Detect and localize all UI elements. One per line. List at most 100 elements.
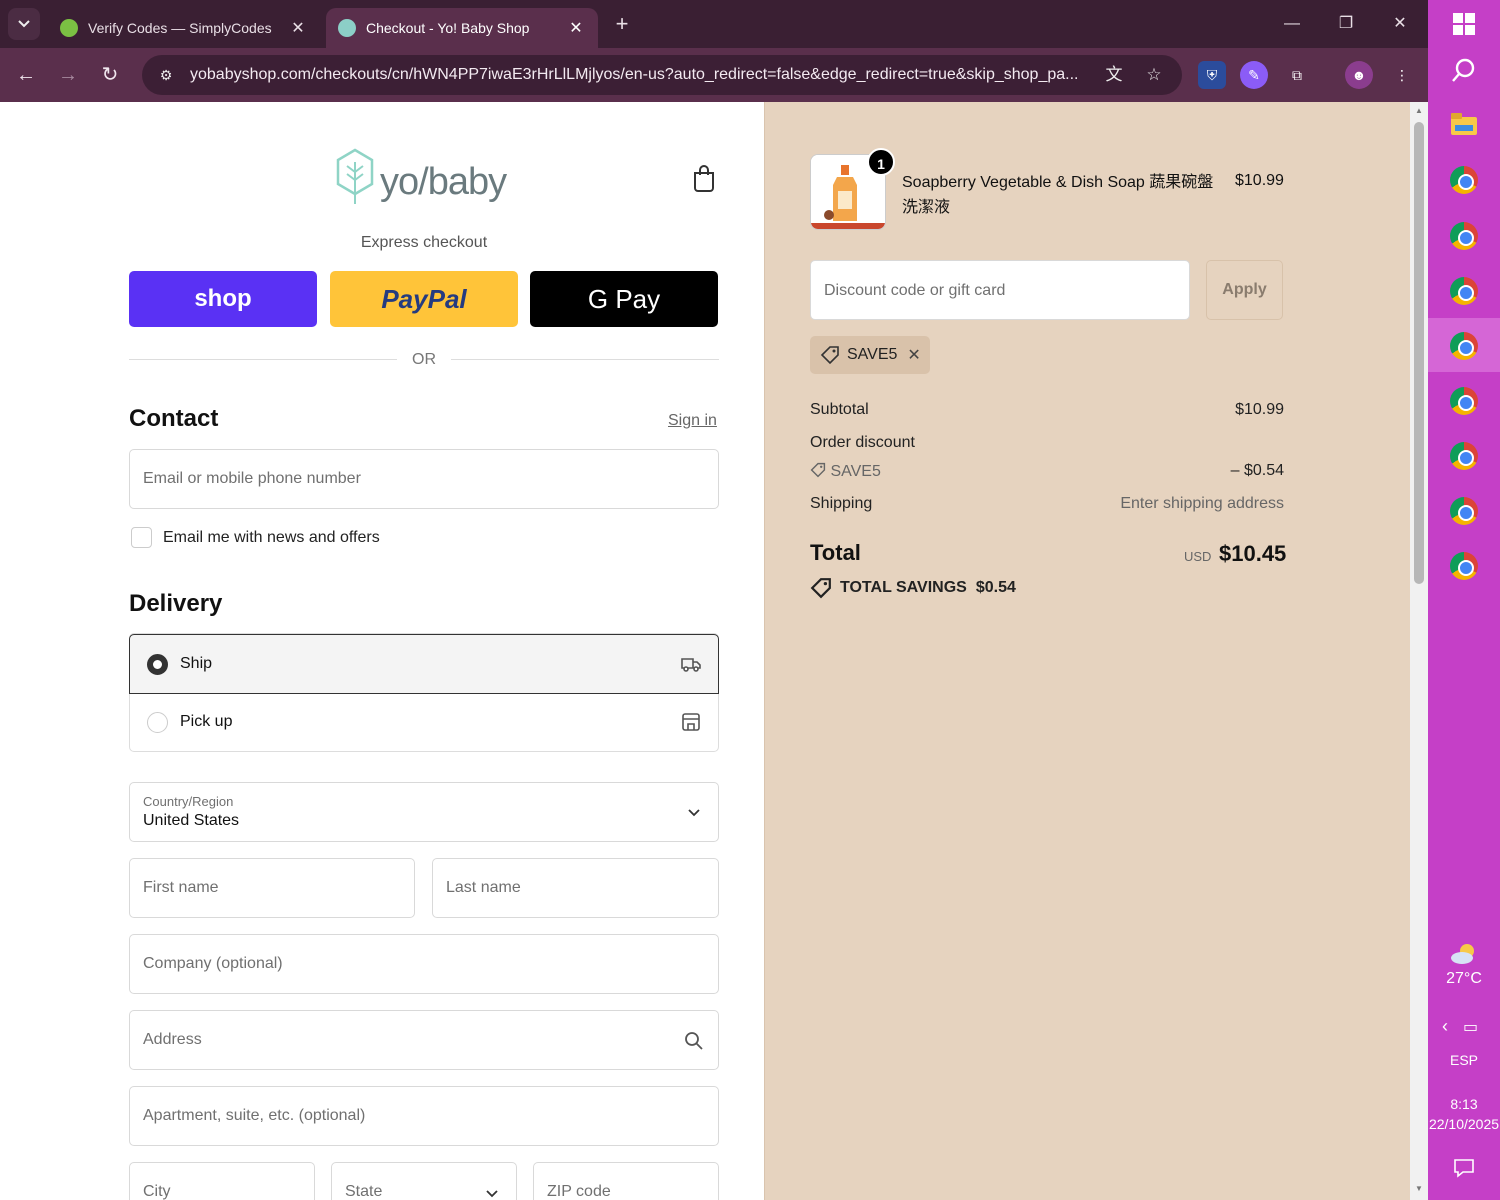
page-scrollbar[interactable]: ▲ ▼: [1410, 102, 1428, 1200]
apartment-placeholder: Apartment, suite, etc. (optional): [143, 1107, 366, 1124]
clock-date[interactable]: 22/10/2025: [1428, 1116, 1500, 1132]
bitwarden-extension-icon[interactable]: ⛨: [1198, 61, 1226, 89]
pickup-radio[interactable]: [147, 712, 168, 733]
state-select[interactable]: State: [331, 1162, 517, 1200]
sign-in-link[interactable]: Sign in: [668, 412, 717, 430]
currency-label: USD: [1184, 549, 1212, 564]
menu-kebab-icon[interactable]: ⋮: [1388, 61, 1416, 89]
forward-button[interactable]: →: [52, 59, 84, 91]
back-button[interactable]: ←: [10, 59, 42, 91]
discount-placeholder: Discount code or gift card: [824, 282, 1006, 299]
order-discount-label: Order discount: [810, 434, 915, 451]
zip-placeholder: ZIP code: [547, 1183, 611, 1200]
order-summary-column: 1 Soapberry Vegetable & Dish Soap 蔬果碗盤洗潔…: [764, 102, 1410, 1200]
tab-simplycodes[interactable]: Verify Codes — SimplyCodes ✕: [48, 8, 320, 48]
divider: [129, 359, 397, 360]
close-tab-icon[interactable]: ✕: [288, 18, 308, 38]
newsletter-label: Email me with news and offers: [163, 529, 380, 546]
bookmark-star-icon[interactable]: ☆: [1142, 63, 1166, 87]
apply-button[interactable]: Apply: [1206, 260, 1283, 320]
windows-start-icon[interactable]: [1448, 8, 1480, 40]
express-checkout-label: Express checkout: [360, 234, 488, 251]
language-indicator[interactable]: ESP: [1428, 1052, 1500, 1068]
close-tab-icon[interactable]: ✕: [566, 18, 586, 38]
chrome-profile-icon[interactable]: [1448, 330, 1480, 362]
new-tab-button[interactable]: +: [608, 10, 636, 38]
close-window-button[interactable]: ✕: [1380, 10, 1420, 38]
ship-option[interactable]: Ship: [129, 634, 719, 694]
site-info-icon[interactable]: ⚙: [156, 65, 176, 85]
chrome-profile-icon[interactable]: [1448, 220, 1480, 252]
extensions-puzzle-icon[interactable]: ⧉: [1283, 61, 1311, 89]
quantity-badge: 1: [867, 148, 895, 176]
extension-icon[interactable]: ✎: [1240, 61, 1268, 89]
city-field[interactable]: City: [129, 1162, 315, 1200]
shipping-row: Shipping Enter shipping address: [810, 495, 1284, 513]
translate-icon[interactable]: 文: [1102, 63, 1126, 87]
shopping-bag-icon[interactable]: [692, 164, 716, 192]
email-field[interactable]: Email or mobile phone number: [129, 449, 719, 509]
weather-icon[interactable]: [1448, 938, 1480, 970]
search-icon[interactable]: [1448, 54, 1480, 86]
notifications-icon[interactable]: [1448, 1152, 1480, 1184]
newsletter-checkbox[interactable]: [131, 527, 152, 548]
applied-discount-chip: SAVE5 ✕: [810, 336, 930, 374]
simplycodes-favicon-icon: [60, 19, 78, 37]
search-icon: [685, 1032, 703, 1050]
country-label: Country/Region: [143, 794, 234, 809]
pickup-option[interactable]: Pick up: [130, 693, 718, 752]
restore-button[interactable]: ❐: [1326, 10, 1366, 38]
chevron-left-icon[interactable]: ‹: [1442, 1016, 1448, 1036]
contact-heading: Contact: [129, 405, 219, 432]
address-field[interactable]: Address: [129, 1010, 719, 1070]
company-placeholder: Company (optional): [143, 955, 283, 972]
scroll-up-icon[interactable]: ▲: [1414, 106, 1424, 115]
remove-discount-icon[interactable]: ✕: [907, 345, 920, 365]
first-name-field[interactable]: First name: [129, 858, 415, 918]
product-name: Soapberry Vegetable & Dish Soap 蔬果碗盤洗潔液: [902, 174, 1214, 216]
chrome-profile-icon[interactable]: [1448, 550, 1480, 582]
paypal-button[interactable]: PayPal: [330, 271, 518, 327]
apartment-field[interactable]: Apartment, suite, etc. (optional): [129, 1086, 719, 1146]
address-bar[interactable]: ⚙ yobabyshop.com/checkouts/cn/hWN4PP7iwa…: [142, 55, 1182, 95]
ship-radio[interactable]: [147, 654, 168, 675]
tag-icon: [820, 346, 839, 365]
shop-pay-button[interactable]: shop: [129, 271, 317, 327]
or-label: OR: [412, 351, 436, 368]
email-placeholder: Email or mobile phone number: [143, 470, 361, 487]
zip-field[interactable]: ZIP code: [533, 1162, 719, 1200]
chrome-profile-icon[interactable]: [1448, 495, 1480, 527]
tab-checkout[interactable]: Checkout - Yo! Baby Shop ✕: [326, 8, 598, 48]
discount-code-row: SAVE5 – $0.54: [810, 462, 1284, 481]
total-savings: TOTAL SAVINGS $0.54: [810, 577, 1016, 599]
company-field[interactable]: Company (optional): [129, 934, 719, 994]
scroll-down-icon[interactable]: ▼: [1414, 1184, 1424, 1193]
windows-taskbar: 27°C ‹ ▭ ESP 8:13 22/10/2025: [1428, 0, 1500, 1200]
chrome-icon[interactable]: [1448, 164, 1480, 196]
clock-time[interactable]: 8:13: [1428, 1096, 1500, 1112]
google-pay-button[interactable]: G Pay: [530, 271, 718, 327]
file-explorer-icon[interactable]: [1448, 108, 1480, 140]
system-tray[interactable]: ‹ ▭: [1428, 1016, 1500, 1037]
minimize-button[interactable]: —: [1272, 10, 1312, 38]
network-icon[interactable]: ▭: [1463, 1019, 1478, 1036]
chrome-profile-icon[interactable]: [1448, 275, 1480, 307]
delivery-heading: Delivery: [129, 590, 223, 617]
profile-avatar[interactable]: ☻: [1345, 61, 1373, 89]
city-placeholder: City: [143, 1183, 171, 1200]
tab-search-button[interactable]: [8, 8, 40, 40]
scrollbar-thumb[interactable]: [1414, 122, 1424, 584]
chrome-profile-icon[interactable]: [1448, 440, 1480, 472]
reload-button[interactable]: ↻: [94, 59, 126, 91]
country-select[interactable]: Country/Region United States: [129, 782, 719, 842]
discount-code-input[interactable]: Discount code or gift card: [810, 260, 1190, 320]
store-logo[interactable]: yo/baby: [334, 148, 507, 204]
weather-temperature[interactable]: 27°C: [1428, 970, 1500, 988]
checkout-form-column: yo/baby Express checkout shop PayPal G P…: [0, 102, 764, 1200]
last-name-field[interactable]: Last name: [432, 858, 719, 918]
first-name-placeholder: First name: [143, 879, 219, 896]
chrome-profile-icon[interactable]: [1448, 385, 1480, 417]
leaf-logo-icon: [336, 148, 374, 204]
subtotal-row: Subtotal $10.99: [810, 401, 1284, 419]
tag-icon: [810, 578, 831, 599]
